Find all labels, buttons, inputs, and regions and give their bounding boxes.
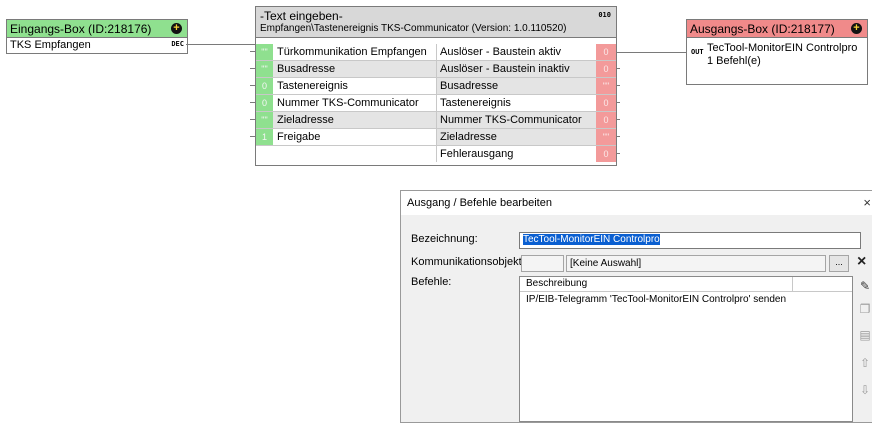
out-port-icon: OUT (691, 48, 704, 56)
io-icon: 010 (598, 11, 611, 19)
output-value[interactable]: 0 (596, 44, 616, 60)
input-label: Tastenereignis (277, 80, 348, 92)
output-label: Fehlerausgang (436, 146, 596, 162)
bezeichnung-value: TecTool-MonitorEIN Controlpro (523, 234, 660, 245)
output-value[interactable]: 0 (596, 146, 616, 162)
command-list[interactable]: Beschreibung IP/EIB-Telegramm 'TecTool-M… (519, 276, 853, 422)
input-value[interactable]: 0 (256, 78, 273, 94)
output-box-body[interactable]: OUT TecTool-MonitorEIN Controlpro 1 Befe… (687, 38, 867, 68)
logic-row[interactable]: "" Busadresse Auslöser - Baustein inakti… (256, 61, 616, 78)
add-icon[interactable]: + (851, 23, 862, 34)
logic-row[interactable]: Fehlerausgang 0 (256, 146, 616, 162)
input-label: Nummer TKS-Communicator (277, 97, 419, 109)
komm-object-field[interactable]: [Keine Auswahl] (566, 255, 826, 272)
list-item[interactable]: IP/EIB-Telegramm 'TecTool-MonitorEIN Con… (520, 292, 852, 307)
input-label: Türkommunikation Empfangen (277, 46, 427, 58)
logic-row[interactable]: 0 Tastenereignis Busadresse "" (256, 78, 616, 95)
move-down-icon[interactable]: ⇩ (857, 383, 872, 401)
logic-block[interactable]: -Text eingeben- Empfangen\Tastenereignis… (255, 6, 617, 166)
komm-address-field[interactable] (521, 255, 564, 272)
input-value[interactable]: 0 (256, 95, 273, 111)
move-up-icon[interactable]: ⇧ (857, 356, 872, 374)
logic-row[interactable]: 1 Freigabe Zieladresse "" (256, 129, 616, 146)
komm-label: Kommunikationsobjekt: (411, 256, 525, 268)
input-value[interactable]: "" (256, 112, 273, 128)
input-label (274, 146, 436, 162)
input-box[interactable]: Eingangs-Box (ID:218176) + TKS Empfangen… (6, 19, 188, 54)
column-beschreibung[interactable]: Beschreibung (526, 278, 587, 289)
logic-block-subtitle: Empfangen\Tastenereignis TKS-Communicato… (260, 23, 567, 34)
output-box-title: Ausgangs-Box (ID:218177) (690, 21, 835, 36)
copy-icon[interactable]: ❐ (857, 302, 872, 320)
input-box-header[interactable]: Eingangs-Box (ID:218176) + (7, 20, 187, 38)
input-box-row[interactable]: TKS Empfangen DEC (7, 38, 187, 52)
output-label: Auslöser - Baustein inaktiv (436, 61, 596, 77)
output-box-header[interactable]: Ausgangs-Box (ID:218177) + (687, 20, 867, 38)
column-divider[interactable] (792, 277, 793, 291)
output-name: TecTool-MonitorEIN Controlpro (707, 42, 858, 54)
output-command-count: 1 Befehl(e) (707, 55, 761, 67)
bezeichnung-input[interactable]: TecTool-MonitorEIN Controlpro (519, 232, 861, 249)
browse-button[interactable]: ... (829, 255, 849, 272)
input-value[interactable]: "" (256, 44, 273, 60)
close-icon[interactable]: × (863, 191, 871, 215)
list-header[interactable]: Beschreibung (520, 277, 852, 292)
logic-block-header[interactable]: -Text eingeben- Empfangen\Tastenereignis… (256, 7, 616, 38)
logic-row[interactable]: "" Zieladresse Nummer TKS-Communicator 0 (256, 112, 616, 129)
paste-icon[interactable]: ▤ (857, 328, 872, 346)
output-label: Tastenereignis (436, 95, 596, 111)
output-label: Auslöser - Baustein aktiv (436, 44, 596, 60)
connection-wire (615, 52, 686, 53)
add-icon[interactable]: + (171, 23, 182, 34)
output-label: Nummer TKS-Communicator (436, 112, 596, 128)
output-label: Busadresse (436, 78, 596, 94)
edit-output-dialog: Ausgang / Befehle bearbeiten × Bezeichnu… (400, 190, 872, 423)
output-box[interactable]: Ausgangs-Box (ID:218177) + OUT TecTool-M… (686, 19, 868, 85)
output-value[interactable]: 0 (596, 61, 616, 77)
input-label: Zieladresse (277, 114, 334, 126)
clear-icon[interactable]: × (857, 253, 866, 271)
output-value[interactable]: "" (596, 78, 616, 94)
bezeichnung-label: Bezeichnung: (411, 233, 478, 245)
edit-icon[interactable]: ✎ (857, 279, 872, 297)
logic-row[interactable]: 0 Nummer TKS-Communicator Tastenereignis… (256, 95, 616, 112)
output-label: Zieladresse (436, 129, 596, 145)
output-value[interactable]: 0 (596, 112, 616, 128)
output-value[interactable]: "" (596, 129, 616, 145)
befehle-label: Befehle: (411, 276, 452, 288)
input-value[interactable]: "" (256, 61, 273, 77)
input-row-label: TKS Empfangen (10, 39, 91, 51)
input-box-title: Eingangs-Box (ID:218176) (10, 21, 152, 36)
input-label: Busadresse (277, 63, 336, 75)
connection-wire (186, 44, 255, 45)
dec-port-icon: DEC (171, 40, 184, 48)
input-value[interactable]: 1 (256, 129, 273, 145)
logic-block-title: -Text eingeben- (260, 9, 343, 23)
output-value[interactable]: 0 (596, 95, 616, 111)
logic-row[interactable]: "" Türkommunikation Empfangen Auslöser -… (256, 44, 616, 61)
dialog-titlebar[interactable]: Ausgang / Befehle bearbeiten × (401, 191, 872, 215)
input-label: Freigabe (277, 131, 321, 143)
dialog-title: Ausgang / Befehle bearbeiten (407, 197, 552, 209)
